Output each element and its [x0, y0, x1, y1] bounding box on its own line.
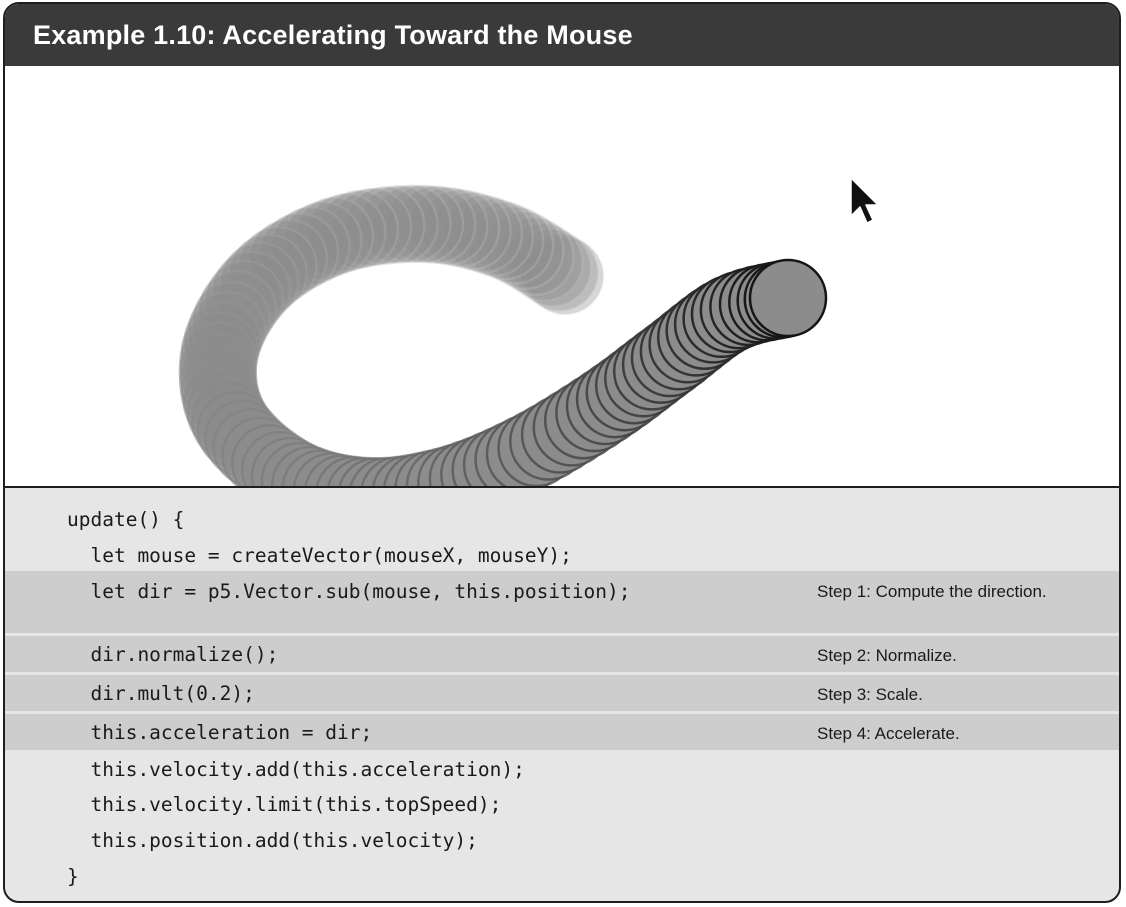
example-title: Example 1.10: Accelerating Toward the Mo… [33, 19, 633, 50]
code-line: this.position.add(this.velocity); [67, 829, 478, 852]
code-line: let dir = p5.Vector.sub(mouse, this.posi… [67, 580, 631, 603]
code-line: dir.mult(0.2); [67, 682, 255, 705]
mover-trail [178, 177, 879, 486]
step1-note: Step 1: Compute the direction. [817, 582, 1047, 601]
code-line: let mouse = createVector(mouseX, mouseY)… [67, 544, 572, 567]
step4-note: Step 4: Accelerate. [817, 724, 960, 743]
code-line: update() { [67, 508, 185, 531]
code-line: this.velocity.limit(this.topSpeed); [67, 793, 502, 816]
mover-circle [748, 258, 828, 338]
step3-note: Step 3: Scale. [817, 685, 923, 704]
sketch-canvas[interactable] [5, 66, 1119, 488]
code-listing: update() { let mouse = createVector(mous… [5, 488, 1119, 901]
example-box: Example 1.10: Accelerating Toward the Mo… [3, 2, 1121, 903]
code-line: } [67, 865, 79, 888]
example-title-bar: Example 1.10: Accelerating Toward the Mo… [5, 4, 1119, 66]
code-line: dir.normalize(); [67, 643, 279, 666]
code-line: this.acceleration = dir; [67, 721, 373, 744]
step2-note: Step 2: Normalize. [817, 646, 957, 665]
mouse-cursor-icon [850, 177, 879, 224]
code-line: this.velocity.add(this.acceleration); [67, 758, 525, 781]
